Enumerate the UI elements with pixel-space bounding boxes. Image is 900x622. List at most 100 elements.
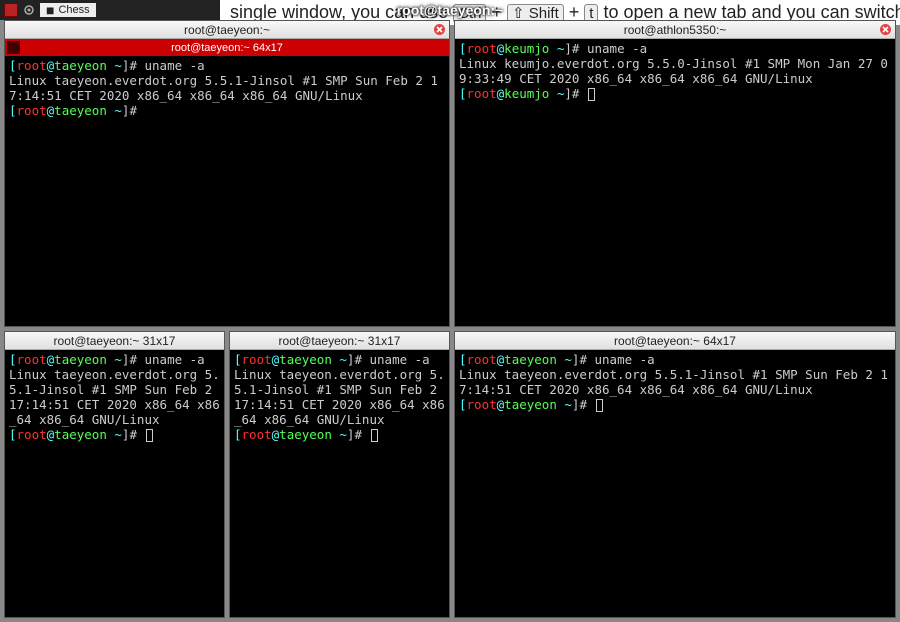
prompt-user: root [467,397,497,412]
prompt-host: taeyeon [279,352,332,367]
titlebar[interactable]: root@taeyeon:~ [5,21,449,39]
bg-text-suffix: to open a new tab and you can switch bet… [598,2,900,22]
command: uname -a [587,41,647,56]
prompt-path: ~ [549,41,564,56]
bracket: [ [234,352,242,367]
output-line: Linux taeyeon.everdot.org 5.5.1-Jinsol #… [234,367,445,427]
titlebar[interactable]: root@athlon5350:~ [455,21,895,39]
window-title: root@athlon5350:~ [624,23,727,37]
prompt-user: root [242,427,272,442]
close-icon[interactable] [433,23,446,36]
terminal-output[interactable]: [root@taeyeon ~]# uname -a Linux taeyeon… [5,56,449,326]
titlebar[interactable]: root@taeyeon:~ 64x17 [455,332,895,350]
terminal-output[interactable]: [root@taeyeon ~]# uname -a Linux taeyeon… [230,350,449,617]
window-title: root@taeyeon:~ 31x17 [54,334,176,348]
prompt-host: taeyeon [504,352,557,367]
prompt-end: ]# [572,352,595,367]
prompt-host: taeyeon [54,427,107,442]
prompt-path: ~ [332,352,347,367]
prompt-end: ]# [572,397,595,412]
tab-active[interactable]: root@taeyeon:~ 64x17 [5,39,449,56]
prompt-host: taeyeon [54,58,107,73]
launcher-icon[interactable] [4,3,18,17]
close-icon[interactable] [879,23,892,36]
taskbar-item-chess[interactable]: ■ Chess [40,3,96,17]
taskbar-item-label: Chess [58,4,89,16]
command: uname -a [370,352,430,367]
prompt-user: root [242,352,272,367]
output-line: Linux keumjo.everdot.org 5.5.0-Jinsol #1… [459,56,888,86]
prompt-end: ]# [347,427,370,442]
bracket: [ [9,58,17,73]
tab-label: root@taeyeon:~ 64x17 [171,42,283,54]
output-line: Linux taeyeon.everdot.org 5.5.1-Jinsol #… [459,367,888,397]
prompt-host: keumjo [504,41,549,56]
prompt-user: root [17,427,47,442]
terminal-window-bottom-right[interactable]: root@taeyeon:~ 64x17 [root@taeyeon ~]# u… [454,331,896,618]
prompt-path: ~ [107,58,122,73]
prompt-end: ]# [564,41,587,56]
prompt-host: taeyeon [54,352,107,367]
terminal-output[interactable]: [root@taeyeon ~]# uname -a Linux taeyeon… [455,350,895,617]
cursor-icon [371,429,378,442]
window-title: root@taeyeon:~ [184,23,270,37]
settings-icon[interactable] [22,3,36,17]
prompt-end: ]# [564,86,587,101]
prompt-user: root [467,41,497,56]
command: uname -a [145,352,205,367]
titlebar[interactable]: root@taeyeon:~ 31x17 [5,332,224,350]
terminal-output[interactable]: [root@keumjo ~]# uname -a Linux keumjo.e… [455,39,895,326]
prompt-path: ~ [549,86,564,101]
prompt-path: ~ [332,427,347,442]
cursor-icon [146,429,153,442]
terminal-window-top-left[interactable]: root@taeyeon:~ root@taeyeon:~ 64x17 [roo… [4,20,450,327]
terminal-window-top-right[interactable]: root@athlon5350:~ [root@keumjo ~]# uname… [454,20,896,327]
prompt-end: ]# [122,352,145,367]
cursor-icon [588,88,595,101]
prompt-user: root [17,352,47,367]
prompt-host: taeyeon [54,103,107,118]
bg-plus2: + [564,2,585,22]
output-line: Linux taeyeon.everdot.org 5.5.1-Jinsol #… [9,73,438,103]
bracket: [ [459,86,467,101]
prompt-user: root [17,103,47,118]
prompt-path: ~ [557,397,572,412]
bullet-icon: ■ [46,5,54,15]
prompt-end: ]# [122,103,145,118]
window-title: root@taeyeon:~ 31x17 [279,334,401,348]
cursor-icon [596,399,603,412]
output-line: Linux taeyeon.everdot.org 5.5.1-Jinsol #… [9,367,220,427]
prompt-host: taeyeon [279,427,332,442]
window-title: root@taeyeon:~ 64x17 [614,334,736,348]
bracket: [ [234,427,242,442]
command: uname -a [145,58,205,73]
bracket: [ [9,352,17,367]
terminal-grid: root@taeyeon:~ root@taeyeon:~ 64x17 [roo… [4,20,896,618]
prompt-end: ]# [347,352,370,367]
desktop: single window, you can use Ctrl + ⇧ Shif… [0,0,900,622]
command: uname -a [595,352,655,367]
bracket: [ [459,41,467,56]
bracket: [ [9,427,17,442]
taskbar: ■ Chess [0,0,220,20]
bracket: [ [459,352,467,367]
terminal-tab-icon [7,41,20,54]
prompt-end: ]# [122,58,145,73]
prompt-path: ~ [107,103,122,118]
prompt-user: root [467,86,497,101]
titlebar[interactable]: root@taeyeon:~ 31x17 [230,332,449,350]
prompt-path: ~ [557,352,572,367]
prompt-host: taeyeon [504,397,557,412]
prompt-path: ~ [107,427,122,442]
terminal-output[interactable]: [root@taeyeon ~]# uname -a Linux taeyeon… [5,350,224,617]
prompt-user: root [467,352,497,367]
prompt-path: ~ [107,352,122,367]
active-window-title: root@taeyeon:~ [397,2,504,18]
prompt-end: ]# [122,427,145,442]
bracket: [ [459,397,467,412]
terminal-window-bottom-mid[interactable]: root@taeyeon:~ 31x17 [root@taeyeon ~]# u… [229,331,450,618]
bracket: [ [9,103,17,118]
prompt-host: keumjo [504,86,549,101]
prompt-user: root [17,58,47,73]
terminal-window-bottom-left[interactable]: root@taeyeon:~ 31x17 [root@taeyeon ~]# u… [4,331,225,618]
